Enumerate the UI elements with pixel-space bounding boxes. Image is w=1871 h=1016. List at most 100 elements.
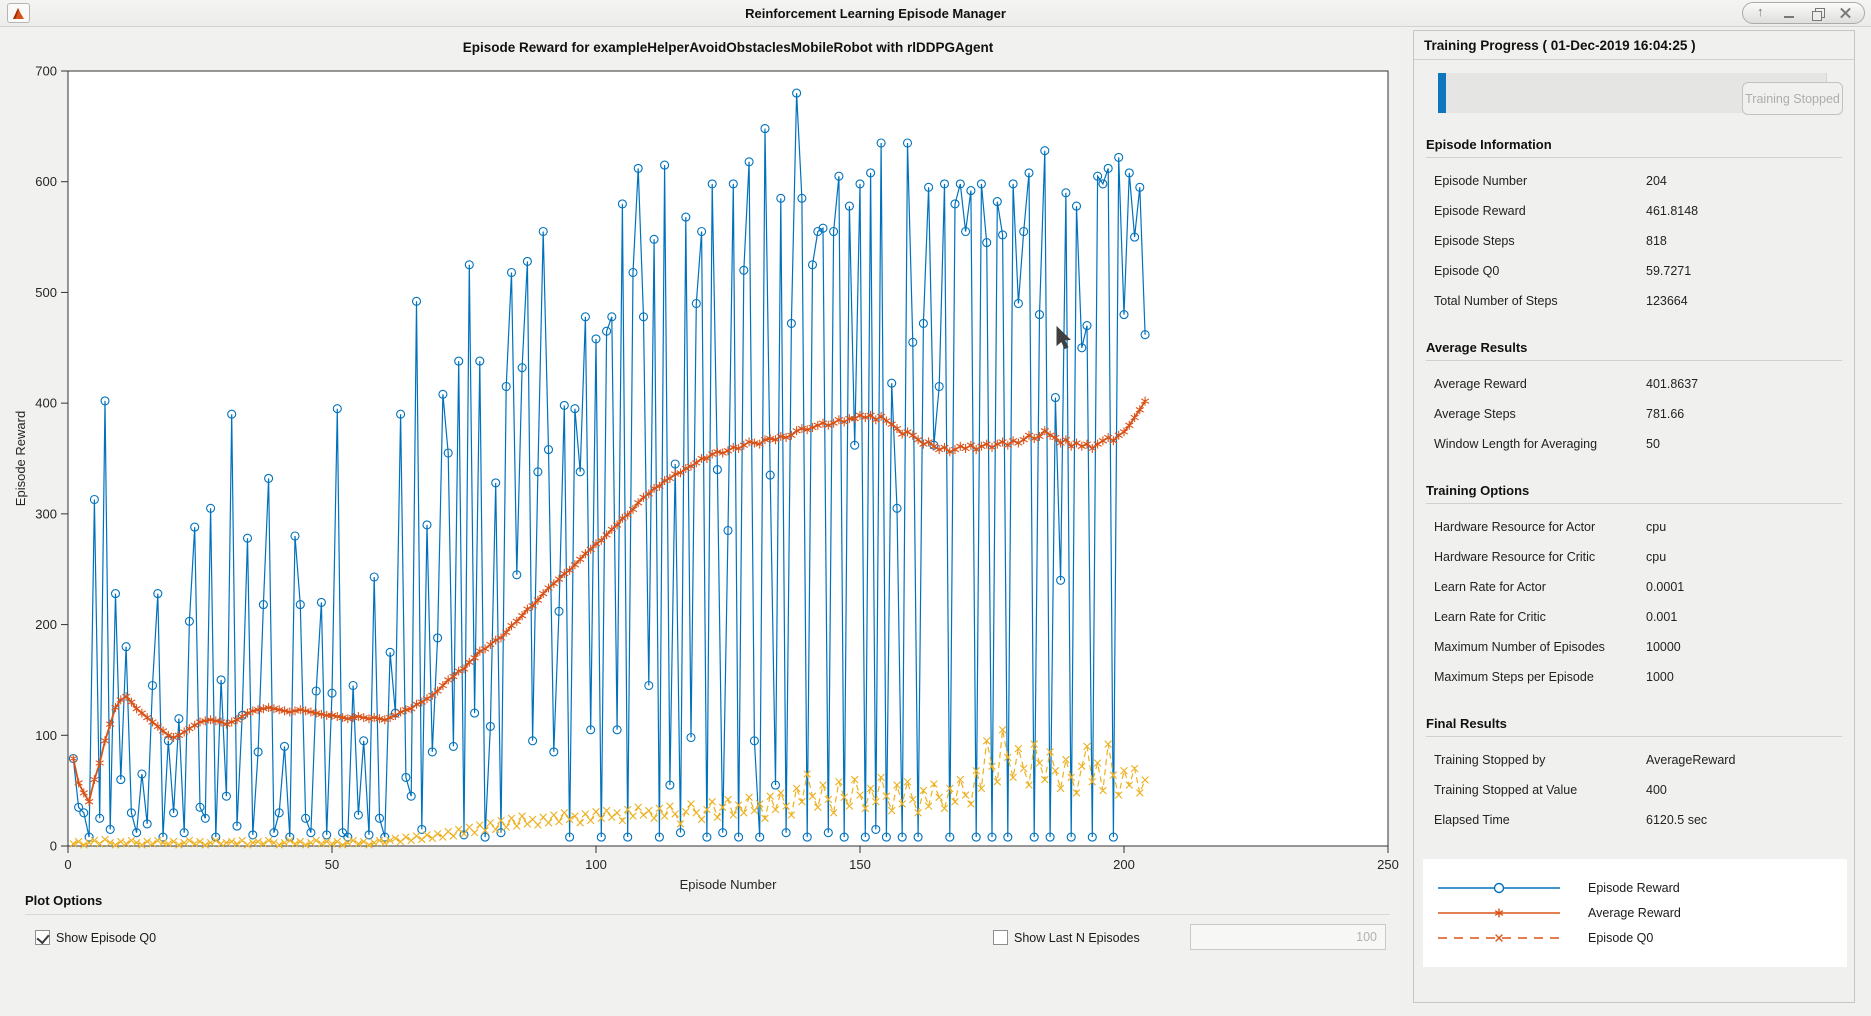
info-row: Training Stopped by AverageReward — [1426, 745, 1842, 775]
legend-row: Episode Q0 — [1423, 925, 1847, 950]
row-label: Elapsed Time — [1434, 813, 1510, 827]
svg-text:500: 500 — [35, 285, 57, 300]
info-row: Episode Reward 461.8148 — [1426, 196, 1842, 226]
row-value: 401.8637 — [1646, 377, 1699, 391]
row-value: 818 — [1646, 234, 1667, 248]
row-label: Maximum Number of Episodes — [1434, 640, 1605, 654]
row-value: 6120.5 sec — [1646, 813, 1708, 827]
info-row: Hardware Resource for Actor cpu — [1426, 512, 1842, 542]
info-row: Learn Rate for Critic 0.001 — [1426, 602, 1842, 632]
row-label: Hardware Resource for Actor — [1434, 520, 1596, 534]
row-label: Training Stopped at Value — [1434, 783, 1578, 797]
progress-fill — [1438, 73, 1446, 113]
svg-text:100: 100 — [35, 728, 57, 743]
row-value: 204 — [1646, 174, 1667, 188]
window-titlebar: Reinforcement Learning Episode Manager — [0, 0, 1871, 27]
section-title: Final Results — [1426, 716, 1842, 737]
svg-text:600: 600 — [35, 174, 57, 189]
plot-options-title: Plot Options — [25, 893, 103, 908]
row-label: Episode Q0 — [1434, 264, 1500, 278]
row-label: Average Reward — [1434, 377, 1527, 391]
legend-label: Episode Q0 — [1588, 930, 1654, 945]
info-row: Elapsed Time 6120.5 sec — [1426, 805, 1842, 835]
row-value: 461.8148 — [1646, 204, 1699, 218]
svg-text:300: 300 — [35, 506, 57, 521]
row-value: 1000 — [1646, 670, 1674, 684]
info-row: Total Number of Steps 123664 — [1426, 286, 1842, 316]
window-controls — [1742, 2, 1865, 24]
show-episode-q0-checkbox[interactable] — [35, 930, 50, 945]
section-title: Training Options — [1426, 483, 1842, 504]
training-progress-panel: Training Progress ( 01-Dec-2019 16:04:25… — [1413, 30, 1855, 1003]
svg-text:100: 100 — [585, 857, 607, 872]
svg-text:0: 0 — [50, 839, 57, 854]
row-label: Training Stopped by — [1434, 753, 1546, 767]
row-label: Maximum Steps per Episode — [1434, 670, 1594, 684]
info-row: Average Steps 781.66 — [1426, 399, 1842, 429]
last-n-episodes-input[interactable] — [1190, 924, 1386, 950]
training-progress-header: Training Progress ( 01-Dec-2019 16:04:25… — [1414, 31, 1854, 60]
legend-row: Episode Reward — [1423, 875, 1847, 900]
row-label: Window Length for Averaging — [1434, 437, 1598, 451]
info-row: Hardware Resource for Critic cpu — [1426, 542, 1842, 572]
row-label: Learn Rate for Critic — [1434, 610, 1546, 624]
shade-icon[interactable] — [1755, 4, 1768, 20]
row-label: Episode Number — [1434, 174, 1528, 188]
x-axis-label: Episode Number — [680, 877, 777, 892]
row-label: Learn Rate for Actor — [1434, 580, 1546, 594]
legend-label: Episode Reward — [1588, 880, 1680, 895]
figure-area: Episode Reward for exampleHelperAvoidObs… — [0, 27, 1400, 1016]
show-last-n-episodes-checkbox[interactable] — [993, 930, 1008, 945]
svg-text:150: 150 — [849, 857, 871, 872]
row-value: 0.0001 — [1646, 580, 1685, 594]
row-value: AverageReward — [1646, 753, 1736, 767]
svg-text:250: 250 — [1377, 857, 1399, 872]
info-row: Learn Rate for Actor 0.0001 — [1426, 572, 1842, 602]
row-value: 400 — [1646, 783, 1667, 797]
svg-text:200: 200 — [35, 617, 57, 632]
row-value: 781.66 — [1646, 407, 1685, 421]
y-axis-label: Episode Reward — [13, 411, 28, 506]
close-icon[interactable] — [1839, 7, 1852, 20]
info-row: Window Length for Averaging 50 — [1426, 429, 1842, 459]
row-label: Total Number of Steps — [1434, 294, 1558, 308]
info-row: Episode Number 204 — [1426, 166, 1842, 196]
section-title: Episode Information — [1426, 137, 1842, 158]
svg-text:200: 200 — [1113, 857, 1135, 872]
svg-text:400: 400 — [35, 396, 57, 411]
row-value: 59.7271 — [1646, 264, 1692, 278]
row-value: cpu — [1646, 550, 1667, 564]
legend-row: Average Reward — [1423, 900, 1847, 925]
x-legend-sample — [1438, 933, 1560, 942]
row-value: 0.001 — [1646, 610, 1678, 624]
plot-options-panel: Plot Options Show Episode Q0 Show Last N… — [0, 893, 1400, 961]
svg-text:700: 700 — [35, 64, 57, 79]
row-label: Episode Steps — [1434, 234, 1515, 248]
svg-text:0: 0 — [64, 857, 71, 872]
svg-text:50: 50 — [325, 857, 339, 872]
panel-sections: Episode Information Episode Number 204 Epis… — [1414, 137, 1854, 835]
row-value: 10000 — [1646, 640, 1681, 654]
info-row: Maximum Steps per Episode 1000 — [1426, 662, 1842, 692]
circle-legend-sample — [1438, 882, 1560, 893]
restore-icon[interactable] — [1811, 7, 1825, 21]
row-value: 50 — [1646, 437, 1660, 451]
row-value: cpu — [1646, 520, 1667, 534]
show-last-n-episodes-label: Show Last N Episodes — [1014, 931, 1140, 945]
info-row: Training Stopped at Value 400 — [1426, 775, 1842, 805]
training-stopped-button[interactable]: Training Stopped — [1742, 82, 1843, 115]
row-value: 123664 — [1646, 294, 1688, 308]
minimize-icon[interactable] — [1783, 7, 1796, 20]
reward-chart: 0 100 200 300 400 500 600 700 0 50 100 150 200 250 Epi… — [13, 64, 1399, 893]
training-progress-bar: Training Stopped — [1438, 73, 1843, 115]
legend-label: Average Reward — [1588, 905, 1681, 920]
row-label: Hardware Resource for Critic — [1434, 550, 1596, 564]
window-title: Reinforcement Learning Episode Manager — [745, 6, 1006, 21]
info-row: Episode Q0 59.7271 — [1426, 256, 1842, 286]
row-label: Episode Reward — [1434, 204, 1526, 218]
info-row: Average Reward 401.8637 — [1426, 369, 1842, 399]
show-episode-q0-label: Show Episode Q0 — [56, 931, 157, 945]
asterisk-legend-sample — [1438, 908, 1560, 917]
info-row: Maximum Number of Episodes 10000 — [1426, 632, 1842, 662]
info-row: Episode Steps 818 — [1426, 226, 1842, 256]
